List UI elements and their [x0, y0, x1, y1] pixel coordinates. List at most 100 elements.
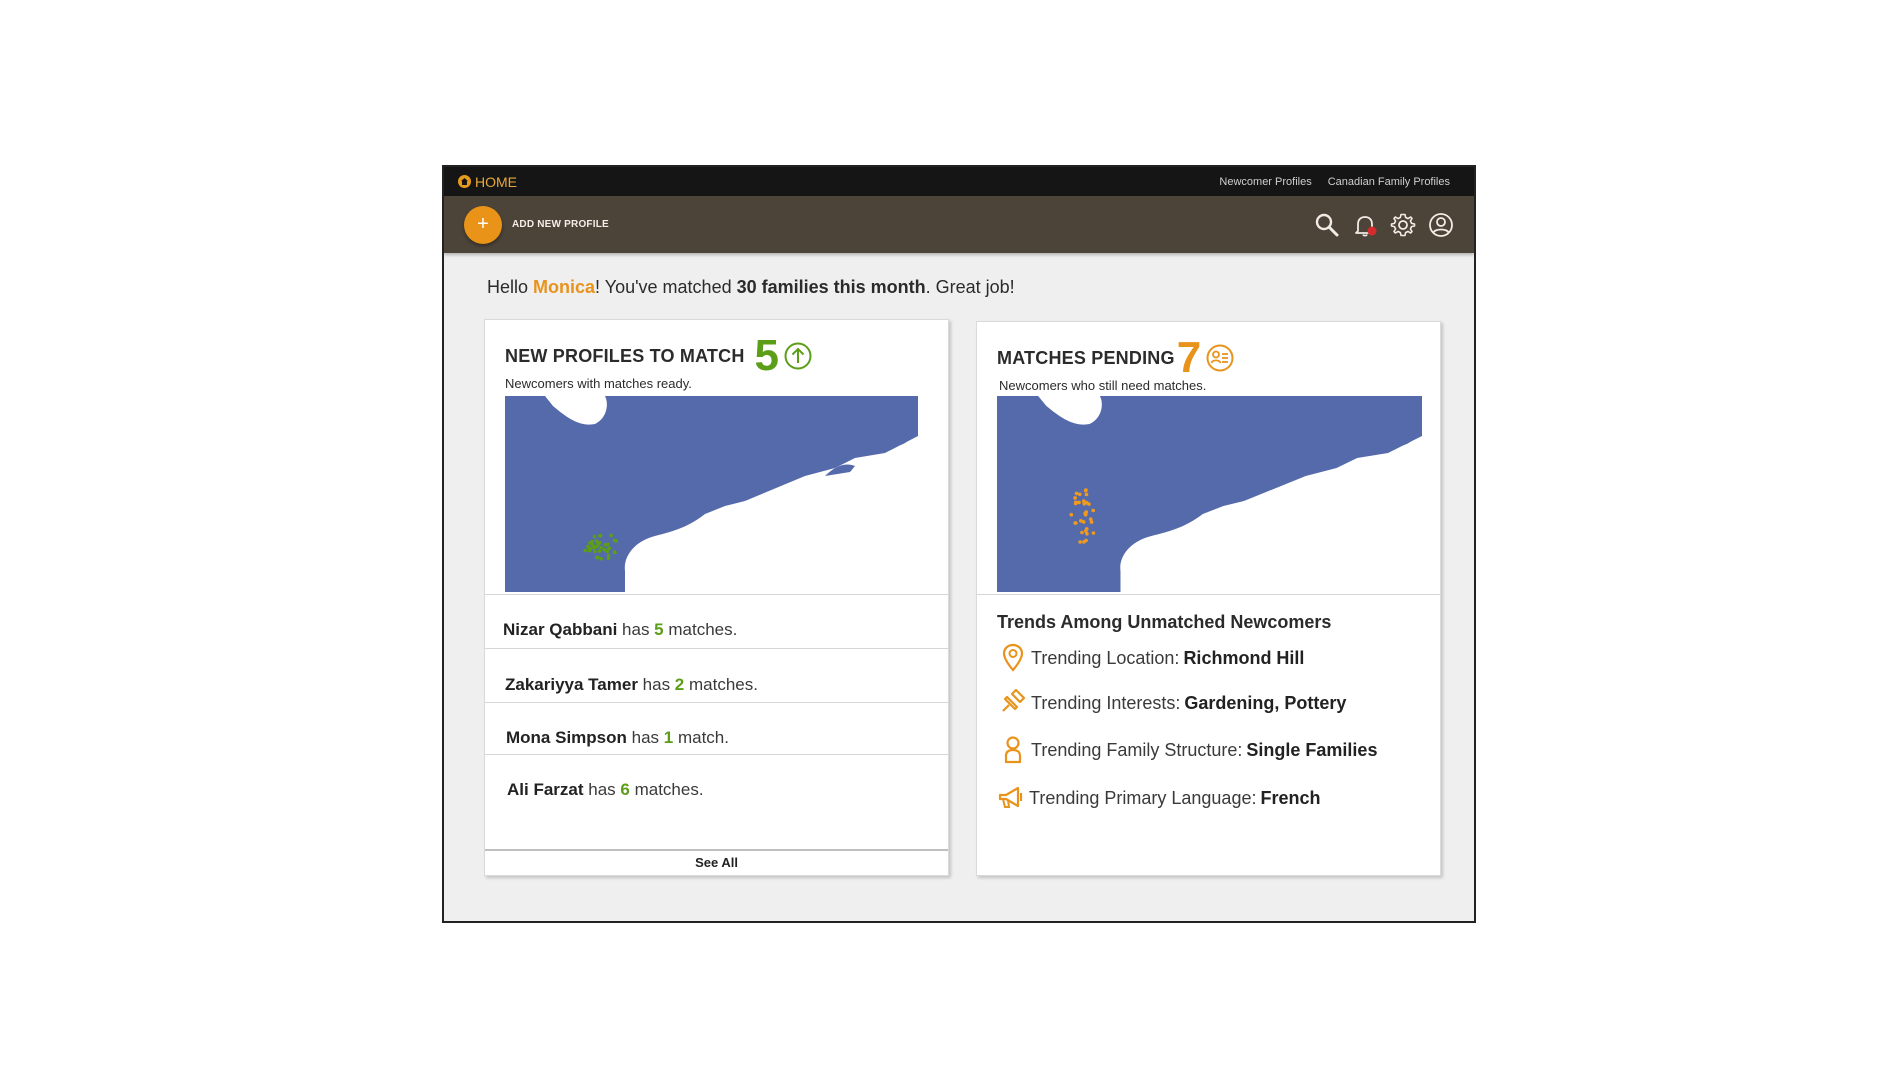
location-dot — [1073, 500, 1078, 505]
location-dot — [609, 533, 613, 538]
new-profiles-title: NEW PROFILES TO MATCH — [505, 345, 745, 366]
unmatched-newcomer-map[interactable] — [997, 396, 1422, 592]
matches-pending-count: 7 — [1176, 333, 1202, 382]
location-dot — [594, 539, 599, 543]
trend-label: Trending Location: — [1031, 647, 1180, 668]
greeting-highlight: 30 families this month — [736, 277, 926, 297]
divider — [977, 594, 1440, 595]
location-dot — [612, 538, 617, 543]
new-profiles-header: NEW PROFILES TO MATCH 5 — [505, 334, 813, 378]
add-new-profile-label: ADD NEW PROFILE — [512, 219, 609, 230]
location-dot — [595, 545, 599, 549]
location-dot — [583, 548, 587, 553]
matches-pending-card: MATCHES PENDING 7 Newcomers who still ne… — [976, 321, 1441, 876]
match-row-3[interactable]: Mona Simpson has 1 match. — [506, 728, 729, 748]
trend-interests: Trending Interests: Gardening, Pottery — [999, 687, 1346, 719]
divider — [485, 702, 948, 703]
pushpin-icon — [1002, 688, 1026, 712]
location-dot — [605, 549, 610, 554]
location-dot — [598, 540, 602, 545]
location-dot — [1083, 513, 1088, 517]
location-dot — [1073, 496, 1077, 500]
location-dot — [1087, 502, 1091, 506]
new-profiles-subtitle: Newcomers with matches ready. — [505, 376, 692, 391]
trend-primary-language: Trending Primary Language: French — [997, 782, 1320, 814]
matches-pending-header: MATCHES PENDING 7 — [997, 336, 1235, 380]
toolbar-icons — [1314, 212, 1454, 238]
new-profiles-count: 5 — [754, 331, 780, 380]
notification-dot — [1367, 226, 1377, 235]
newcomer-profiles-link[interactable]: Newcomer Profiles — [1219, 176, 1311, 188]
greeting-end: . Great job! — [925, 277, 1015, 297]
location-dot — [1078, 540, 1082, 544]
match-count: 2 — [674, 675, 685, 694]
app-window: HOME Newcomer Profiles Canadian Family P… — [442, 165, 1476, 923]
location-dot — [591, 545, 596, 549]
toolbar: + ADD NEW PROFILE — [444, 196, 1474, 253]
home-link[interactable]: HOME — [458, 174, 517, 190]
greeting-message: Hello Monica! You've matched 30 families… — [487, 277, 1015, 298]
profile-name[interactable]: Nizar Qabbani — [503, 620, 617, 639]
top-links: Newcomer Profiles Canadian Family Profil… — [1219, 176, 1450, 188]
row-text: matches. — [684, 675, 758, 694]
person-icon — [1004, 736, 1022, 764]
trends-title: Trends Among Unmatched Newcomers — [997, 612, 1332, 632]
location-pin-icon — [1002, 643, 1024, 672]
row-text: matches. — [629, 780, 704, 799]
megaphone-icon — [998, 786, 1023, 808]
location-dot — [613, 550, 617, 555]
location-dot — [599, 545, 603, 550]
match-row-1[interactable]: Nizar Qabbani has 5 matches. — [503, 620, 737, 640]
location-dot — [1091, 531, 1096, 535]
profile-name[interactable]: Zakariyya Tamer — [505, 675, 638, 694]
search-icon[interactable] — [1314, 212, 1340, 238]
location-dot — [1084, 488, 1088, 492]
trend-value: Gardening, Pottery — [1184, 692, 1347, 713]
plus-icon[interactable]: + — [464, 205, 502, 244]
location-dot — [588, 546, 593, 551]
greeting-hello: Hello — [487, 277, 534, 297]
new-profiles-card: NEW PROFILES TO MATCH 5 Newcomers with m… — [484, 319, 949, 876]
top-bar: HOME Newcomer Profiles Canadian Family P… — [444, 167, 1474, 196]
divider — [485, 594, 948, 595]
user-name: Monica — [533, 277, 596, 297]
bell-icon[interactable] — [1352, 212, 1378, 238]
location-dot — [1082, 540, 1086, 544]
match-row-4[interactable]: Ali Farzat has 6 matches. — [507, 780, 704, 800]
row-text: has — [583, 780, 621, 799]
location-dot — [593, 549, 597, 554]
match-count: 1 — [663, 728, 674, 747]
trend-label: Trending Interests: — [1031, 692, 1181, 713]
matches-pending-subtitle: Newcomers who still need matches. — [999, 378, 1207, 393]
newcomer-map[interactable] — [505, 396, 918, 592]
add-new-profile-button[interactable]: + ADD NEW PROFILE — [464, 205, 609, 244]
location-dot — [596, 555, 600, 560]
profile-name[interactable]: Mona Simpson — [506, 728, 627, 747]
match-row-2[interactable]: Zakariyya Tamer has 2 matches. — [505, 675, 758, 695]
profile-name[interactable]: Ali Farzat — [507, 780, 584, 799]
location-dot — [1079, 519, 1083, 523]
arrow-up-circle-icon[interactable] — [783, 341, 813, 371]
location-dot — [1077, 500, 1081, 505]
trend-value: Single Families — [1246, 739, 1378, 760]
user-icon[interactable] — [1428, 212, 1454, 238]
gear-icon[interactable] — [1390, 212, 1416, 238]
location-dot — [607, 546, 611, 550]
canadian-family-profiles-link[interactable]: Canadian Family Profiles — [1328, 176, 1450, 188]
location-dot — [1074, 491, 1079, 496]
location-dot — [1082, 502, 1087, 506]
location-dot — [1091, 508, 1096, 513]
location-dot — [1077, 492, 1082, 497]
location-dot — [1083, 529, 1088, 533]
location-dot — [598, 534, 602, 538]
trend-value: Richmond Hill — [1183, 647, 1305, 668]
profile-list-icon[interactable] — [1205, 343, 1235, 373]
see-all-button[interactable]: See All — [485, 849, 948, 875]
location-dot — [1073, 521, 1078, 525]
location-dot — [590, 539, 595, 544]
location-dot — [599, 557, 603, 561]
match-count: 6 — [620, 780, 630, 799]
trend-location: Trending Location: Richmond Hill — [999, 642, 1304, 674]
trend-label: Trending Family Structure: — [1031, 739, 1243, 760]
location-dot — [597, 549, 602, 553]
